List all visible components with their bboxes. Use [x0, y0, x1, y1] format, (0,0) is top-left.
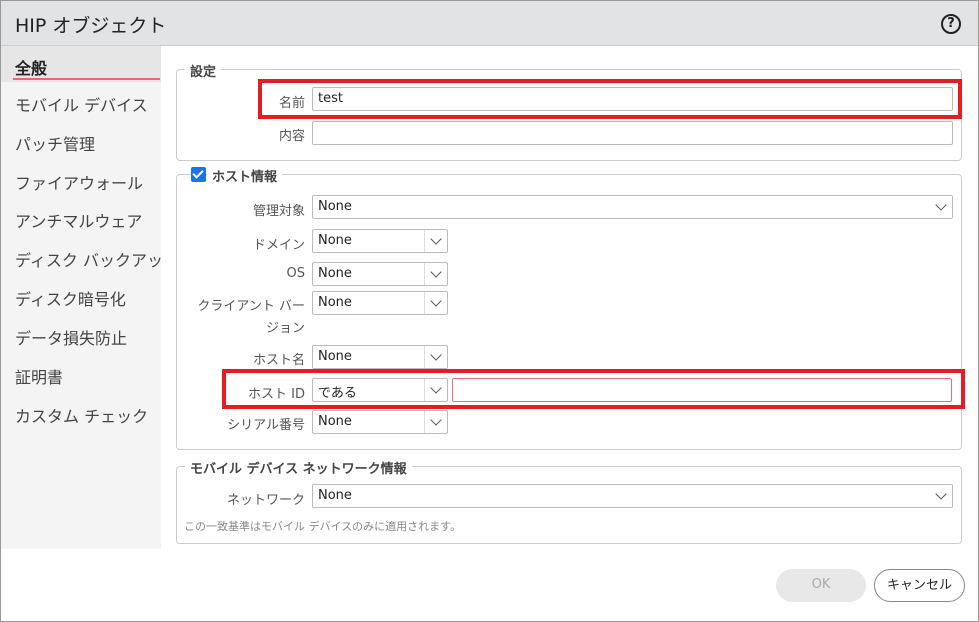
chevron-down-icon: [430, 349, 442, 361]
sidebar-item-antimalware[interactable]: アンチマルウェア: [15, 208, 161, 232]
sidebar-item-disk-backup[interactable]: ディスク バックアップ: [15, 247, 161, 271]
domain-label: ドメイン: [252, 238, 305, 253]
hip-object-dialog: HIP オブジェクト ? 全般 モバイル デバイス パッチ管理 ファイアウォール…: [0, 0, 979, 622]
serial-select[interactable]: None: [312, 410, 448, 434]
hostname-label: ホスト名: [252, 353, 305, 368]
os-value: None: [318, 266, 352, 281]
chevron-down-icon: [430, 266, 442, 278]
highlight-box-host-id: [222, 369, 965, 409]
network-select[interactable]: None: [312, 484, 953, 508]
managed-label: 管理対象: [252, 204, 305, 219]
chevron-down-icon: [430, 414, 442, 426]
settings-legend: 設定: [185, 61, 222, 80]
network-value: None: [318, 488, 352, 503]
help-icon[interactable]: ?: [941, 14, 961, 34]
hostname-select[interactable]: None: [312, 345, 448, 369]
description-label: 内容: [278, 129, 305, 144]
serial-value: None: [318, 414, 352, 429]
hostname-value: None: [318, 349, 352, 364]
serial-label: シリアル番号: [227, 418, 305, 433]
sidebar-item-certificate[interactable]: 証明書: [15, 364, 161, 388]
client-version-value: None: [318, 295, 352, 310]
mobile-note: この一致基準はモバイル デバイスのみに適用されます。: [184, 520, 462, 533]
sidebar-item-disk-encryption[interactable]: ディスク暗号化: [15, 286, 161, 310]
os-label: OS: [286, 266, 305, 281]
chevron-down-icon: [935, 488, 947, 500]
network-label: ネットワーク: [226, 493, 305, 508]
mobile-network-legend: モバイル デバイス ネットワーク情報: [185, 458, 412, 477]
sidebar-item-custom-check[interactable]: カスタム チェック: [15, 403, 161, 427]
client-version-label: クライアント バー: [197, 299, 305, 314]
highlight-box-name: [258, 79, 962, 119]
ok-button[interactable]: OK: [776, 569, 866, 602]
sidebar: 全般 モバイル デバイス パッチ管理 ファイアウォール アンチマルウェア ディス…: [1, 46, 161, 549]
sidebar-item-general[interactable]: 全般: [15, 55, 161, 79]
managed-select[interactable]: None: [312, 195, 953, 219]
host-info-checkbox[interactable]: [191, 167, 206, 182]
managed-value: None: [318, 199, 352, 214]
domain-select[interactable]: None: [312, 229, 448, 253]
client-version-label-2: ジョン: [265, 321, 305, 336]
sidebar-item-dlp[interactable]: データ損失防止: [15, 325, 161, 349]
host-info-legend: ホスト情報: [207, 166, 283, 185]
description-input[interactable]: [312, 121, 953, 145]
os-select[interactable]: None: [312, 262, 448, 286]
chevron-down-icon: [430, 233, 442, 245]
cancel-button[interactable]: キャンセル: [874, 569, 965, 602]
chevron-down-icon: [430, 295, 442, 307]
domain-value: None: [318, 233, 352, 248]
chevron-down-icon: [935, 199, 947, 211]
dialog-title: HIP オブジェクト: [15, 15, 167, 37]
sidebar-item-mobile-device[interactable]: モバイル デバイス: [15, 92, 161, 116]
title-bar: HIP オブジェクト ?: [1, 1, 978, 46]
client-version-select[interactable]: None: [312, 291, 448, 315]
sidebar-item-firewall[interactable]: ファイアウォール: [15, 170, 161, 194]
sidebar-item-patch[interactable]: パッチ管理: [15, 131, 161, 155]
